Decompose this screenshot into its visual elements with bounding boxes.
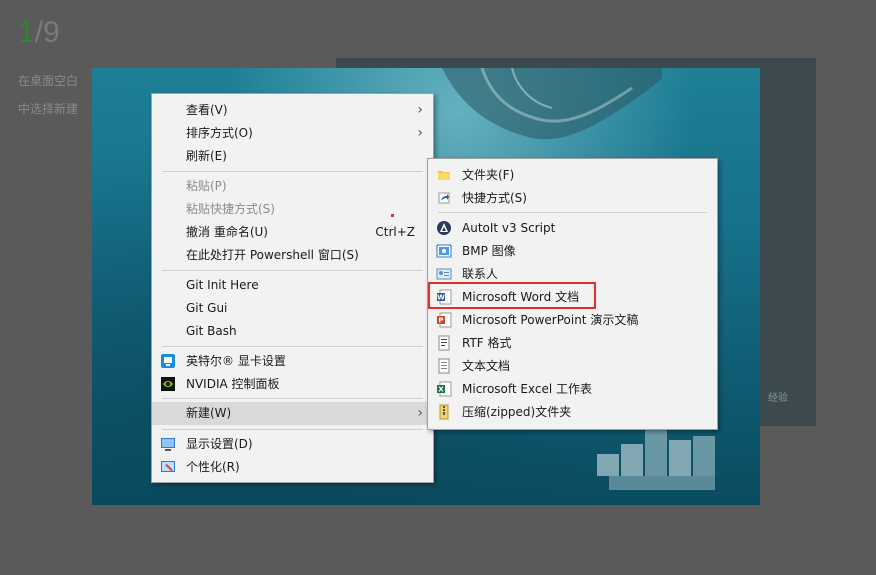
submenu-item-shortcut[interactable]: 快捷方式(S) <box>428 187 717 209</box>
autoit-icon <box>437 221 451 235</box>
menu-item-open-powershell[interactable]: 在此处打开 Powershell 窗口(S) <box>152 244 433 266</box>
menu-item-git-bash[interactable]: Git Bash <box>152 320 433 342</box>
excel-icon: X <box>437 381 452 397</box>
intel-graphics-icon <box>161 354 175 368</box>
highlight-box <box>428 282 596 309</box>
menu-item-display-settings[interactable]: 显示设置(D) <box>152 433 433 455</box>
submenu-item-bmp[interactable]: BMP 图像 <box>428 240 717 262</box>
menu-separator <box>162 270 423 271</box>
instruction-text-2: 中选择新建 <box>18 102 79 116</box>
menu-item-undo-rename[interactable]: 撤消 重命名(U) Ctrl+Z <box>152 221 433 243</box>
menu-item-paste[interactable]: 粘贴(P) <box>152 175 433 197</box>
rtf-document-icon <box>438 335 450 351</box>
menu-item-view[interactable]: 查看(V) › <box>152 99 433 121</box>
menu-item-git-init[interactable]: Git Init Here <box>152 274 433 296</box>
menu-item-intel-graphics[interactable]: 英特尔® 显卡设置 <box>152 350 433 372</box>
chevron-right-icon: › <box>417 125 423 141</box>
personalize-icon <box>161 461 175 472</box>
menu-item-sort-by[interactable]: 排序方式(O) › <box>152 122 433 144</box>
display-icon <box>161 438 175 451</box>
shortcut-text: Ctrl+Z <box>375 225 415 239</box>
submenu-item-folder[interactable]: 文件夹(F) <box>428 164 717 186</box>
chevron-right-icon: › <box>417 405 423 421</box>
menu-item-personalize[interactable]: 个性化(R) <box>152 456 433 478</box>
submenu-item-powerpoint[interactable]: P Microsoft PowerPoint 演示文稿 <box>428 309 717 331</box>
desktop-context-menu: 查看(V) › 排序方式(O) › 刷新(E) 粘贴(P) 粘贴快捷方式(S) 撤消… <box>151 93 434 483</box>
instruction-text-1: 在桌面空白 <box>18 74 79 88</box>
watermark-text: 经验 <box>768 393 788 404</box>
menu-separator <box>162 346 423 347</box>
shortcut-icon <box>438 192 450 204</box>
menu-separator <box>162 171 423 172</box>
submenu-item-text[interactable]: 文本文档 <box>428 355 717 377</box>
folder-icon <box>438 171 450 180</box>
step-counter: 1/9 <box>18 16 60 50</box>
menu-item-nvidia-panel[interactable]: NVIDIA 控制面板 <box>152 373 433 395</box>
menu-separator <box>162 429 423 430</box>
menu-item-git-gui[interactable]: Git Gui <box>152 297 433 319</box>
svg-text:P: P <box>438 317 443 325</box>
menu-separator <box>162 398 423 399</box>
menu-item-refresh[interactable]: 刷新(E) <box>152 145 433 167</box>
chevron-right-icon: › <box>417 102 423 118</box>
contact-icon <box>436 268 452 280</box>
cursor-marker <box>391 214 394 217</box>
step-total: /9 <box>34 16 60 49</box>
submenu-item-autoit[interactable]: AutoIt v3 Script <box>428 217 717 239</box>
nvidia-icon <box>161 377 175 391</box>
bmp-image-icon <box>436 244 452 258</box>
submenu-item-zip[interactable]: 压缩(zipped)文件夹 <box>428 401 717 423</box>
powerpoint-icon: P <box>437 312 452 328</box>
step-current: 1 <box>18 16 35 49</box>
zip-folder-icon <box>439 404 449 420</box>
menu-separator <box>438 212 707 213</box>
text-document-icon <box>438 358 450 374</box>
submenu-item-excel[interactable]: X Microsoft Excel 工作表 <box>428 378 717 400</box>
submenu-item-rtf[interactable]: RTF 格式 <box>428 332 717 354</box>
menu-item-new[interactable]: 新建(W) › <box>152 402 433 425</box>
blurred-watermark <box>597 430 727 492</box>
svg-text:X: X <box>438 386 444 394</box>
